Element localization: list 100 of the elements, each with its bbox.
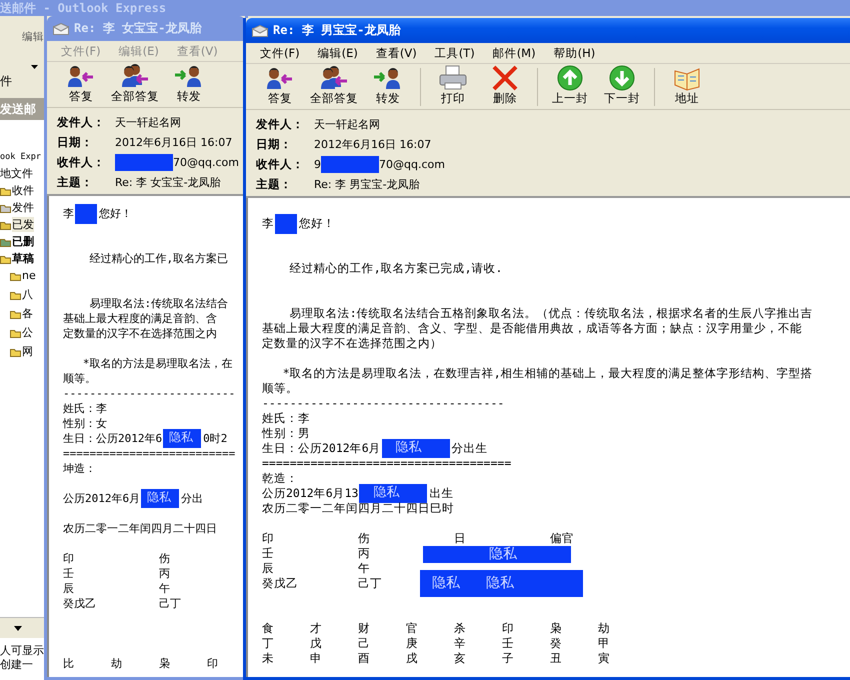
body-text: 丙 [159,566,170,581]
folder-bar: 发送邮 [0,98,44,120]
body-text: 公历2012年6月13 [262,486,358,501]
header-label: 日期： [57,135,94,150]
folder-item[interactable]: 八 [22,287,33,302]
body-text: 己丁 [358,576,382,591]
folder-item[interactable]: 已删 [12,234,34,249]
body-text: 农历二零一二年闰四月二十四日巳时 [262,501,454,516]
header-value: 70@qq.com [173,156,239,169]
menu-item[interactable]: 查看(V) [376,46,417,60]
reply-all-icon [318,65,350,91]
body-text: 坤造： [63,461,96,476]
folder-item[interactable]: 发件 [12,200,34,215]
body-text: 劫 [598,621,610,636]
body-text: 己丁 [159,596,181,611]
folder-icon [0,254,11,264]
header-label: 收件人： [57,155,106,170]
header-label: 主题： [256,177,293,192]
body-text: 定数量的汉字不在选择范围之内 [63,326,217,341]
header-label: 主题： [57,175,94,190]
body-text: 印 [63,551,74,566]
toolbar-button[interactable]: 转发 [362,65,414,106]
menu-item[interactable]: 帮助(H) [554,46,596,60]
body-text: 您好！ [299,216,335,231]
header-value: 天一轩起名网 [314,117,380,132]
body-text: 己 [358,636,370,651]
redaction-box: 隐私 [359,484,428,503]
toolbar-button[interactable]: 删除 [479,65,531,106]
folder-item[interactable]: ook Expr [0,152,41,162]
folder-item[interactable]: 收件 [12,183,34,198]
body-text: 戊 [310,636,322,651]
folder-item[interactable]: 网 [22,344,33,359]
header-value: Re: 李 男宝宝-龙凤胎 [314,177,420,192]
folder-icon [0,202,11,212]
header-value: 天一轩起名网 [115,115,181,130]
body-text: ========================== [63,446,236,461]
redaction-box: 隐私 [163,429,202,448]
folder-icon [0,186,11,196]
body-text: 伤 [159,551,170,566]
body-text: 李 [262,216,274,231]
body-text: 李 [63,206,74,221]
body-text: 壬 [63,566,74,581]
toolbar-button[interactable]: 上一封 [544,65,596,106]
body-text: 姓氏：李 [63,401,107,416]
body-text: 易理取名法:传统取名法结合 [88,296,228,311]
menu-item[interactable]: 文件(F) [260,46,300,60]
body-text: 丁 [262,636,274,651]
body-text: 分出 [181,491,204,506]
body-text: 甲 [598,636,610,651]
body-text: 午 [159,581,170,596]
note-text: 人可显示 [0,644,44,658]
body-text: 易理取名法:传统取名法结合五格剖象取名法。（优点：传统取名法，根据求名者的生辰八字推出吉 [288,306,813,321]
redaction-box: 隐私 [382,439,450,458]
body-text: 子 [502,651,514,666]
body-text: 亥 [454,651,466,666]
body-text: 分出生 [452,441,488,456]
menu-item[interactable]: 编辑 [22,30,44,44]
body-text: 农历二零一二年闰四月二十四日 [63,521,217,536]
note-text: 创建一 [0,658,34,672]
toolbar-button[interactable]: 答复 [254,65,306,106]
body-text: 您好！ [99,206,132,221]
printer-icon [437,65,469,91]
folder-item[interactable]: 草稿 [12,251,34,266]
body-text: 癸戊乙 [262,576,298,591]
body-text: 生日：公历2012年6 [63,431,162,446]
redaction-label: 隐私 [489,547,517,562]
folder-item[interactable]: 地文件 [0,166,33,181]
body-text: 壬 [502,636,514,651]
body-text: 经过精心的工作,取名方案已 [88,251,228,266]
caret-icon [31,65,38,69]
body-text: 姓氏：李 [262,411,310,426]
body-text: 戌 [406,651,418,666]
body-text: 印 [207,656,218,671]
toolbar-button[interactable]: 地址 [661,65,713,106]
menu-item[interactable]: 编辑(E) [318,46,358,60]
envelope-icon [252,24,268,36]
body-text: 财 [358,621,370,636]
folder-item[interactable]: 公 [22,325,33,340]
redaction-label: 隐私 [486,576,514,591]
menu-item[interactable]: 工具(T) [434,46,475,60]
folder-item[interactable]: ne [22,269,36,282]
body-text: 癸 [550,636,562,651]
toolbar-label[interactable]: 件 [0,73,12,90]
body-text: 官 [406,621,418,636]
body-text: 寅 [598,651,610,666]
menu-item[interactable]: 邮件(M) [492,46,536,60]
folder-item[interactable]: 各 [22,306,33,321]
body-text: 公历2012年6月 [63,491,140,506]
body-text: 辰 [262,561,274,576]
body-text: 杀 [454,621,466,636]
body-text: *取名的方法是易理取名法，在数理吉祥,相生相辅的基础上，最大程度的满足整体字形结构、字型搭 [282,366,813,381]
folder-item[interactable]: 已发 [12,217,34,232]
toolbar-button[interactable]: 打印 [427,65,479,106]
toolbar-button[interactable]: 下一封 [596,65,648,106]
folder-icon [0,220,11,230]
body-text: 伤 [358,531,370,546]
toolbar-button[interactable]: 全部答复 [306,65,362,106]
body-text: 辛 [454,636,466,651]
body-text: 枭 [550,621,562,636]
body-text: 基础上最大程度的满足音韵、含 [63,311,217,326]
